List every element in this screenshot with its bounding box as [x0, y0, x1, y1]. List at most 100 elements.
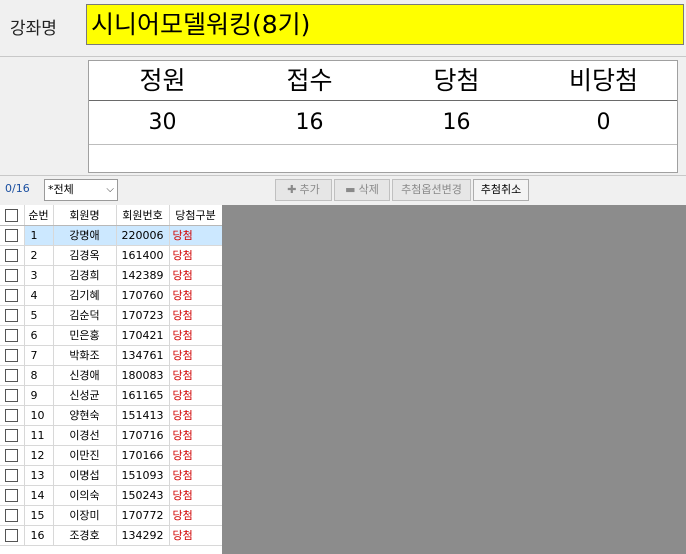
row-seq: 15: [24, 505, 54, 526]
change-draw-option-button[interactable]: 추첨옵션변경: [392, 179, 471, 201]
delete-button[interactable]: ▬ 삭제: [334, 179, 390, 201]
row-checkbox[interactable]: [5, 348, 19, 362]
column-header-seq[interactable]: 순번: [24, 205, 54, 226]
table-row[interactable]: 14 이의숙 150243 당첨: [0, 485, 222, 506]
selection-count: 0/16: [5, 182, 30, 195]
table-row[interactable]: 8 신경애 180083 당첨: [0, 365, 222, 386]
table-row[interactable]: 2 김경옥 161400 당첨: [0, 245, 222, 266]
column-header-name[interactable]: 회원명: [53, 205, 117, 226]
row-checkbox[interactable]: [5, 368, 19, 382]
row-status: 당첨: [169, 425, 222, 446]
row-seq: 1: [24, 225, 54, 246]
course-name-field[interactable]: 시니어모델워킹(8기): [86, 4, 684, 45]
row-checkbox[interactable]: [5, 448, 19, 462]
filter-select[interactable]: *전체 ⌵: [44, 179, 118, 201]
row-checkbox[interactable]: [5, 268, 19, 282]
row-checkbox-cell[interactable]: [0, 525, 25, 546]
row-member-name: 김경옥: [53, 245, 117, 266]
chevron-down-icon: ⌵: [106, 184, 114, 195]
select-all-checkbox[interactable]: [5, 208, 19, 222]
row-member-no: 220006: [116, 225, 170, 246]
row-member-no: 161165: [116, 385, 170, 406]
row-checkbox-cell[interactable]: [0, 505, 25, 526]
row-checkbox-cell[interactable]: [0, 485, 25, 506]
row-checkbox-cell[interactable]: [0, 385, 25, 406]
row-checkbox[interactable]: [5, 428, 19, 442]
grid-header-row: 순번 회원명 회원번호 당첨구분: [0, 205, 222, 226]
row-checkbox-cell[interactable]: [0, 345, 25, 366]
column-header-status[interactable]: 당첨구분: [169, 205, 222, 226]
row-status: 당첨: [169, 285, 222, 306]
member-grid: 순번 회원명 회원번호 당첨구분 1 강명애 220006 당첨 2 김경옥 161400 당…: [0, 205, 222, 554]
row-checkbox[interactable]: [5, 328, 19, 342]
row-checkbox[interactable]: [5, 468, 19, 482]
row-checkbox-cell[interactable]: [0, 285, 25, 306]
table-row[interactable]: 10 양현숙 151413 당첨: [0, 405, 222, 426]
stats-value-applied: 16: [295, 110, 324, 135]
table-row[interactable]: 15 이장미 170772 당첨: [0, 505, 222, 526]
stats-panel: 정원 접수 당첨 비당첨 30 16 16 0: [88, 60, 678, 173]
row-checkbox[interactable]: [5, 248, 19, 262]
row-checkbox[interactable]: [5, 288, 19, 302]
minus-icon: ▬: [345, 183, 356, 196]
row-member-no: 151093: [116, 465, 170, 486]
table-row[interactable]: 12 이만진 170166 당첨: [0, 445, 222, 466]
column-header-member-no[interactable]: 회원번호: [116, 205, 170, 226]
table-row[interactable]: 3 김경희 142389 당첨: [0, 265, 222, 286]
row-checkbox-cell[interactable]: [0, 225, 25, 246]
row-member-name: 이명섭: [53, 465, 117, 486]
row-status: 당첨: [169, 505, 222, 526]
row-seq: 14: [24, 485, 54, 506]
add-button[interactable]: ✚ 추가: [275, 179, 332, 201]
stats-header-capacity: 정원: [139, 66, 186, 95]
row-member-name: 이경선: [53, 425, 117, 446]
row-member-no: 170723: [116, 305, 170, 326]
row-checkbox-cell[interactable]: [0, 325, 25, 346]
row-checkbox-cell[interactable]: [0, 425, 25, 446]
row-member-no: 170772: [116, 505, 170, 526]
row-checkbox[interactable]: [5, 488, 19, 502]
select-all-checkbox-cell[interactable]: [0, 205, 25, 226]
row-checkbox[interactable]: [5, 308, 19, 322]
row-checkbox-cell[interactable]: [0, 365, 25, 386]
row-member-no: 161400: [116, 245, 170, 266]
row-checkbox[interactable]: [5, 528, 19, 542]
cancel-draw-button[interactable]: 추첨취소: [473, 179, 529, 201]
row-member-no: 170421: [116, 325, 170, 346]
row-checkbox-cell[interactable]: [0, 405, 25, 426]
table-row[interactable]: 7 박화조 134761 당첨: [0, 345, 222, 366]
table-row[interactable]: 5 김순덕 170723 당첨: [0, 305, 222, 326]
table-row[interactable]: 16 조경호 134292 당첨: [0, 525, 222, 546]
delete-button-label: 삭제: [358, 183, 379, 196]
row-status: 당첨: [169, 525, 222, 546]
filter-select-value: *전체: [48, 183, 74, 196]
table-row[interactable]: 9 신성균 161165 당첨: [0, 385, 222, 406]
row-member-name: 조경호: [53, 525, 117, 546]
row-member-no: 142389: [116, 265, 170, 286]
row-member-no: 134761: [116, 345, 170, 366]
row-checkbox[interactable]: [5, 408, 19, 422]
row-checkbox-cell[interactable]: [0, 245, 25, 266]
row-checkbox-cell[interactable]: [0, 305, 25, 326]
row-status: 당첨: [169, 265, 222, 286]
table-row[interactable]: 4 김기혜 170760 당첨: [0, 285, 222, 306]
table-row[interactable]: 6 민은홍 170421 당첨: [0, 325, 222, 346]
row-member-name: 민은홍: [53, 325, 117, 346]
row-seq: 7: [24, 345, 54, 366]
table-row[interactable]: 13 이명섭 151093 당첨: [0, 465, 222, 486]
row-checkbox-cell[interactable]: [0, 265, 25, 286]
row-checkbox-cell[interactable]: [0, 445, 25, 466]
row-checkbox-cell[interactable]: [0, 465, 25, 486]
course-row: 강좌명 시니어모델워킹(8기): [0, 0, 686, 57]
row-seq: 13: [24, 465, 54, 486]
row-checkbox[interactable]: [5, 228, 19, 242]
row-seq: 4: [24, 285, 54, 306]
row-checkbox[interactable]: [5, 388, 19, 402]
row-status: 당첨: [169, 465, 222, 486]
toolbar: 0/16 *전체 ⌵ ✚ 추가 ▬ 삭제 추첨옵션변경 추첨취소: [0, 175, 686, 205]
table-row[interactable]: 11 이경선 170716 당첨: [0, 425, 222, 446]
table-row[interactable]: 1 강명애 220006 당첨: [0, 225, 222, 246]
stats-value-capacity: 30: [148, 110, 177, 135]
row-checkbox[interactable]: [5, 508, 19, 522]
plus-icon: ✚: [287, 183, 297, 196]
